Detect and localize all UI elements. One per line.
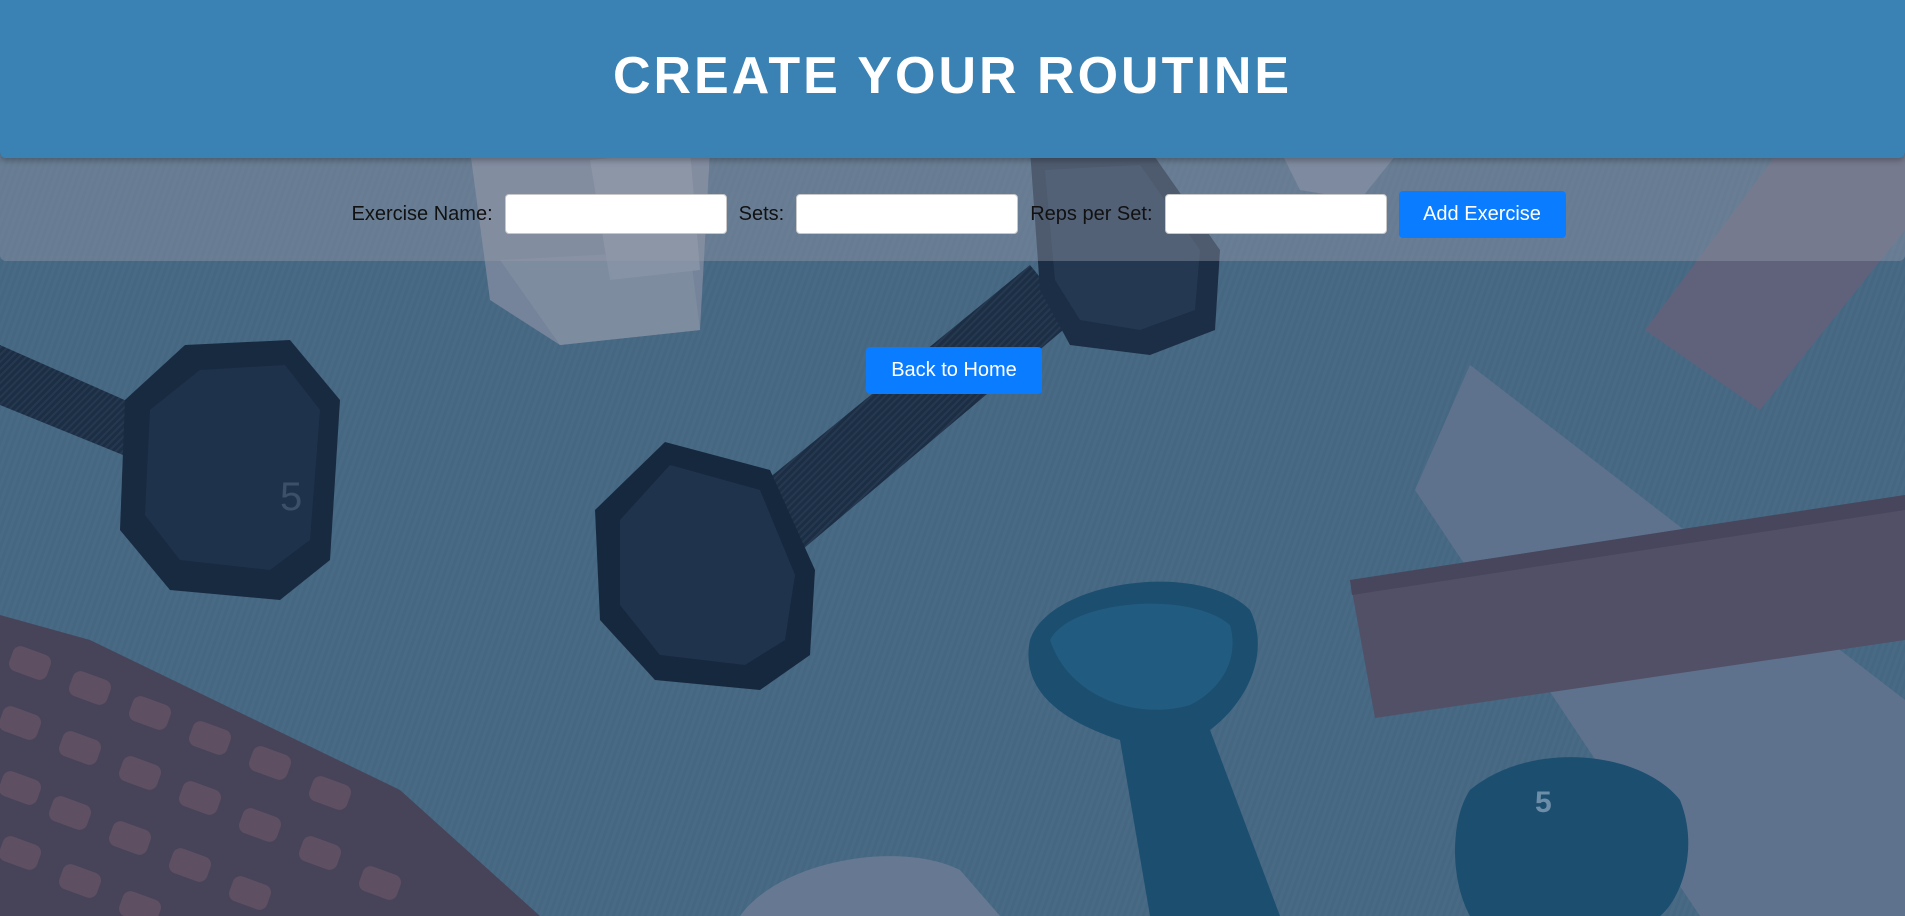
page: 5 5 CREATE YOUR ROUTINE Exercise Name: S… xyxy=(0,0,1905,916)
sets-label: Sets: xyxy=(738,202,785,225)
exercise-name-label: Exercise Name: xyxy=(351,202,493,225)
exercise-form: Exercise Name: Sets: Reps per Set: Add E… xyxy=(0,150,1905,261)
sets-input[interactable] xyxy=(796,194,1019,234)
reps-per-set-label: Reps per Set: xyxy=(1030,202,1153,225)
reps-per-set-input[interactable] xyxy=(1164,194,1387,234)
page-title: CREATE YOUR ROUTINE xyxy=(612,47,1293,105)
exercise-name-input[interactable] xyxy=(504,194,727,234)
add-exercise-button[interactable]: Add Exercise xyxy=(1398,190,1566,238)
exercise-form-row: Exercise Name: Sets: Reps per Set: Add E… xyxy=(0,190,1905,238)
page-header: CREATE YOUR ROUTINE xyxy=(0,0,1905,158)
back-to-home-button[interactable]: Back to Home xyxy=(866,347,1042,394)
